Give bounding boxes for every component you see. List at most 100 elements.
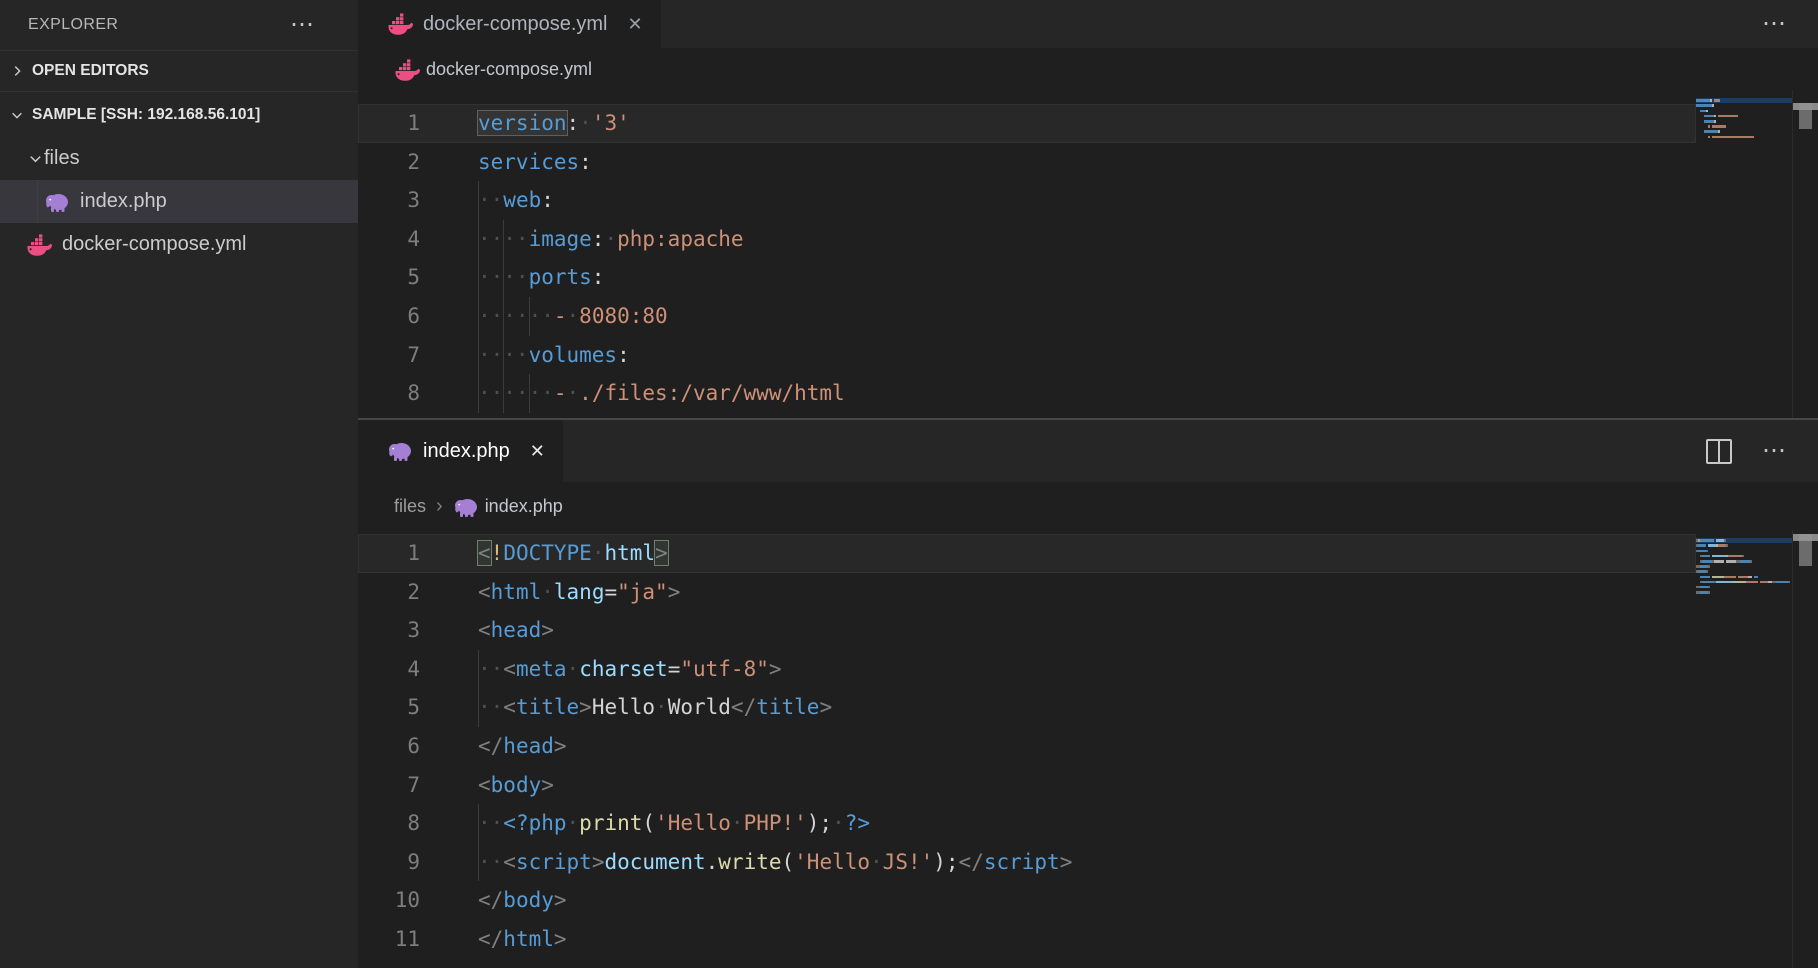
tab-actions-top: ⋯	[1762, 0, 1788, 48]
chevron-down-icon	[8, 106, 26, 124]
line-number: 6	[358, 297, 420, 336]
line-number: 12	[358, 959, 420, 968]
tab-label: docker-compose.yml	[423, 13, 608, 36]
explorer-sidebar: EXPLORER ⋯ OPEN EDITORS SAMPLE [SSH: 192…	[0, 0, 358, 968]
tab-docker-compose-yml[interactable]: docker-compose.yml ✕	[358, 0, 661, 48]
tree-folder-files[interactable]: files	[0, 137, 358, 180]
code-line-4[interactable]: 4 ··<meta·charset="utf-8">	[358, 650, 1696, 689]
php-icon	[387, 440, 413, 462]
code-line-1[interactable]: 1 version:·'3'	[358, 104, 1696, 143]
tree-indent-guide	[37, 180, 38, 223]
scrollbar[interactable]	[1792, 90, 1818, 418]
line-number: 2	[358, 143, 420, 182]
line-number: 4	[358, 220, 420, 259]
tabbar-top: docker-compose.yml ✕ ⋯	[358, 0, 1818, 48]
explorer-header: EXPLORER ⋯	[0, 0, 358, 50]
close-icon[interactable]: ✕	[628, 14, 643, 35]
tree-item-label: index.php	[80, 190, 167, 213]
line-number: 11	[358, 920, 420, 959]
editor-group-bottom: index.php ✕ ⋯ files› index.php 1<!DOCTYP…	[358, 420, 1818, 968]
code-text: services:	[478, 143, 592, 182]
close-icon[interactable]: ✕	[530, 441, 545, 462]
code-text: ··<meta·charset="utf-8">	[478, 650, 782, 689]
code-text: </head>	[478, 727, 567, 766]
breadcrumb-item-files[interactable]: files	[394, 496, 426, 517]
tree-item-index.php[interactable]: index.php	[0, 180, 358, 223]
scrollbar[interactable]	[1792, 530, 1818, 968]
code-line-6[interactable]: 6</head>	[358, 727, 1696, 766]
line-number: 4	[358, 650, 420, 689]
editor-area: docker-compose.yml ✕ ⋯ docker-compose.ym…	[358, 0, 1818, 968]
line-number: 1	[358, 104, 420, 143]
code-text: version:·'3'	[478, 104, 630, 143]
php-icon	[44, 191, 70, 213]
vscode-window: EXPLORER ⋯ OPEN EDITORS SAMPLE [SSH: 192…	[0, 0, 1818, 968]
code-line-11[interactable]: 11</html>	[358, 920, 1696, 959]
breadcrumb-top: docker-compose.yml	[358, 48, 1818, 90]
scrollbar-thumb[interactable]	[1799, 103, 1812, 129]
code-line-5[interactable]: 5··<title>Hello·World</title>	[358, 688, 1696, 727]
line-number: 5	[358, 258, 420, 297]
code-text: ··<?php·print('Hello·PHP!');·?>	[478, 804, 870, 843]
tree-item-docker-compose.yml[interactable]: docker-compose.yml	[0, 223, 358, 266]
line-number: 5	[358, 688, 420, 727]
minimap[interactable]	[1696, 98, 1792, 145]
code-editor-index-php[interactable]: 1<!DOCTYPE·html>2<html·lang="ja">3<head>…	[358, 530, 1818, 968]
code-line-3[interactable]: 3··web:	[358, 181, 1696, 220]
line-number: 3	[358, 181, 420, 220]
docker-icon	[26, 234, 52, 256]
line-number: 3	[358, 611, 420, 650]
line-number: 7	[358, 336, 420, 375]
code-line-4[interactable]: 4 ····image:·php:apache	[358, 220, 1696, 259]
chevron-right-icon	[8, 62, 26, 80]
code-line-7[interactable]: 7 ····volumes:	[358, 336, 1696, 375]
code-line-7[interactable]: 7<body>	[358, 766, 1696, 805]
code-text: ····image:·php:apache	[478, 220, 744, 259]
line-number: 8	[358, 374, 420, 413]
breadcrumb-label: docker-compose.yml	[426, 59, 592, 80]
code-line-8[interactable]: 8 ······-·./files:/var/www/html	[358, 374, 1696, 413]
minimap[interactable]	[1696, 538, 1792, 600]
code-text: </body>	[478, 881, 567, 920]
code-line-5[interactable]: 5····ports:	[358, 258, 1696, 297]
workspace-section-header[interactable]: SAMPLE [SSH: 192.168.56.101]	[0, 91, 358, 137]
docker-icon	[387, 13, 413, 35]
scrollbar-thumb[interactable]	[1799, 534, 1812, 566]
breadcrumb-label: files	[394, 496, 426, 517]
open-editors-section[interactable]: OPEN EDITORS	[0, 50, 358, 91]
code-line-2[interactable]: 2 services:	[358, 143, 1696, 182]
split-editor-icon[interactable]	[1706, 439, 1732, 464]
more-actions-icon[interactable]: ⋯	[1762, 19, 1788, 29]
workspace-section-label: SAMPLE [SSH: 192.168.56.101]	[32, 106, 260, 124]
code-line-3[interactable]: 3<head>	[358, 611, 1696, 650]
breadcrumb-bottom: files› index.php	[358, 482, 1818, 530]
code-text: <body>	[478, 766, 554, 805]
tab-label: index.php	[423, 440, 510, 463]
code-line-9[interactable]: 9··<script>document.write('Hello·JS!');<…	[358, 843, 1696, 882]
code-text: ······-·8080:80	[478, 297, 668, 336]
code-line-6[interactable]: 6 ······-·8080:80	[358, 297, 1696, 336]
explorer-more-actions-icon[interactable]: ⋯	[290, 20, 316, 30]
code-line-10[interactable]: 10</body>	[358, 881, 1696, 920]
explorer-title: EXPLORER	[28, 16, 118, 34]
breadcrumb-label: index.php	[485, 496, 563, 517]
code-line-1[interactable]: 1<!DOCTYPE·html>	[358, 534, 1696, 573]
code-text: ····volumes:	[478, 336, 630, 375]
breadcrumb-item-index.php[interactable]: index.php	[453, 496, 563, 517]
code-line-8[interactable]: 8··<?php·print('Hello·PHP!');·?>	[358, 804, 1696, 843]
tab-index-php[interactable]: index.php ✕	[358, 420, 563, 482]
open-editors-label: OPEN EDITORS	[32, 62, 149, 80]
file-tree: files index.php docker-compose.yml	[0, 137, 358, 266]
more-actions-icon[interactable]: ⋯	[1762, 446, 1788, 456]
line-number: 9	[358, 413, 420, 418]
code-text: ······-·./files:/var/www/html	[478, 374, 845, 413]
editor-group-top: docker-compose.yml ✕ ⋯ docker-compose.ym…	[358, 0, 1818, 418]
code-line-12[interactable]: 12	[358, 959, 1696, 968]
code-line-2[interactable]: 2<html·lang="ja">	[358, 573, 1696, 612]
code-line-9[interactable]: 9	[358, 413, 1696, 418]
code-editor-docker-compose[interactable]: 1 version:·'3' 2 services:3··web:4 ····image…	[358, 90, 1818, 418]
chevron-down-icon	[26, 150, 44, 168]
line-number: 2	[358, 573, 420, 612]
breadcrumb-item-docker-compose.yml[interactable]: docker-compose.yml	[394, 59, 592, 80]
code-text: <!DOCTYPE·html>	[478, 534, 668, 573]
